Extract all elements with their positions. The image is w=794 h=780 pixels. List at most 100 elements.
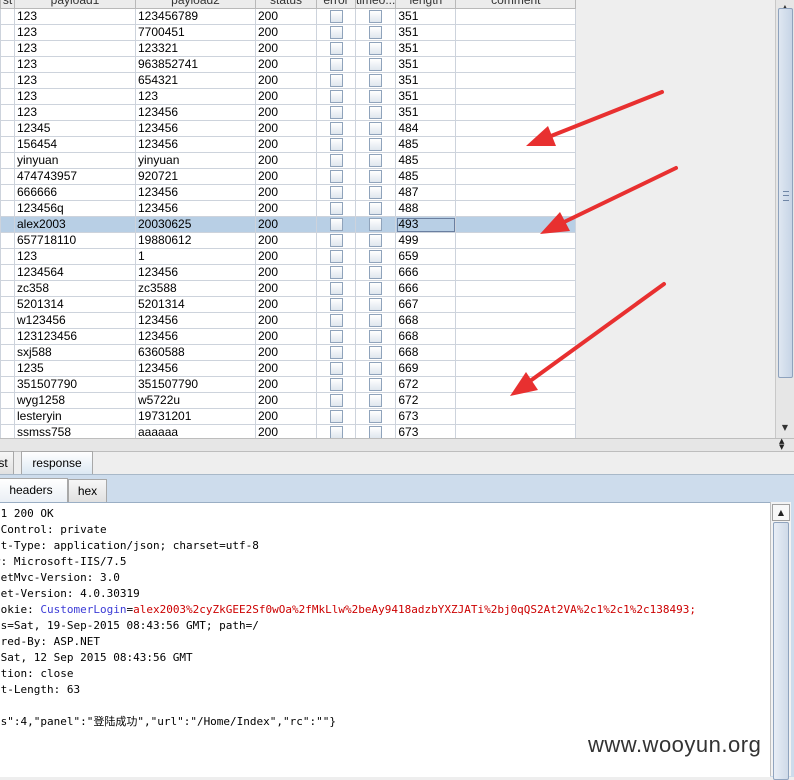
checkbox[interactable] bbox=[329, 266, 343, 280]
checkbox[interactable] bbox=[369, 330, 383, 344]
checkbox[interactable] bbox=[369, 346, 383, 360]
table-row[interactable]: sxj588 6360588 200 668 bbox=[0, 344, 577, 361]
checkbox[interactable] bbox=[369, 378, 383, 392]
checkbox[interactable] bbox=[369, 298, 383, 312]
checkbox[interactable] bbox=[329, 122, 343, 136]
checkbox[interactable] bbox=[329, 218, 343, 232]
tab-response[interactable]: response bbox=[21, 451, 93, 476]
table-row[interactable]: zc358 zc3588 200 666 bbox=[0, 280, 577, 297]
checkbox[interactable] bbox=[329, 138, 343, 152]
checkbox[interactable] bbox=[329, 362, 343, 376]
subtab-headers[interactable]: headers bbox=[0, 478, 68, 503]
checkbox[interactable] bbox=[369, 202, 383, 216]
checkbox[interactable] bbox=[329, 202, 343, 216]
table-row[interactable]: 474743957 920721 200 485 bbox=[0, 168, 577, 185]
table-row[interactable]: 123 123 200 351 bbox=[0, 88, 577, 105]
table-row[interactable]: wyg1258 w5722u 200 672 bbox=[0, 392, 577, 409]
checkbox[interactable] bbox=[329, 106, 343, 120]
checkbox[interactable] bbox=[369, 250, 383, 264]
table-row[interactable]: 156454 123456 200 485 bbox=[0, 136, 577, 153]
scrollbar-thumb[interactable] bbox=[773, 522, 789, 780]
response-vertical-scrollbar[interactable]: ▲ bbox=[770, 502, 791, 780]
scrollbar-thumb[interactable] bbox=[778, 8, 793, 378]
checkbox[interactable] bbox=[329, 394, 343, 408]
checkbox[interactable] bbox=[329, 154, 343, 168]
table-row[interactable]: alex2003 20030625 200 493 bbox=[0, 216, 577, 233]
table-row[interactable]: 123123456 123456 200 668 bbox=[0, 328, 577, 345]
checkbox[interactable] bbox=[329, 186, 343, 200]
checkbox[interactable] bbox=[329, 170, 343, 184]
column-header-length[interactable]: length bbox=[395, 0, 457, 9]
table-vertical-scrollbar[interactable]: ▲ ▼ bbox=[775, 0, 794, 438]
table-row[interactable]: 657718110 19880612 200 499 bbox=[0, 232, 577, 249]
checkbox[interactable] bbox=[329, 42, 343, 56]
table-row[interactable]: 123456q 123456 200 488 bbox=[0, 200, 577, 217]
checkbox[interactable] bbox=[369, 282, 383, 296]
table-row[interactable]: ssmss758 aaaaaa 200 673 bbox=[0, 424, 577, 438]
column-header-timeout[interactable]: timeo... bbox=[354, 0, 397, 9]
checkbox[interactable] bbox=[369, 362, 383, 376]
table-row[interactable]: 12345 123456 200 484 bbox=[0, 120, 577, 137]
checkbox[interactable] bbox=[369, 426, 383, 438]
table-row[interactable]: 123 123321 200 351 bbox=[0, 40, 577, 57]
checkbox[interactable] bbox=[369, 266, 383, 280]
column-header-status[interactable]: status bbox=[255, 0, 317, 9]
checkbox[interactable] bbox=[369, 170, 383, 184]
checkbox[interactable] bbox=[329, 314, 343, 328]
checkbox[interactable] bbox=[329, 282, 343, 296]
table-row[interactable]: lesteryin 19731201 200 673 bbox=[0, 408, 577, 425]
checkbox[interactable] bbox=[369, 154, 383, 168]
checkbox[interactable] bbox=[329, 346, 343, 360]
column-header-error[interactable]: error bbox=[316, 0, 356, 9]
checkbox[interactable] bbox=[369, 314, 383, 328]
checkbox[interactable] bbox=[329, 74, 343, 88]
checkbox[interactable] bbox=[369, 74, 383, 88]
checkbox[interactable] bbox=[329, 298, 343, 312]
checkbox[interactable] bbox=[329, 410, 343, 424]
checkbox[interactable] bbox=[369, 42, 383, 56]
checkbox[interactable] bbox=[329, 26, 343, 40]
checkbox[interactable] bbox=[369, 106, 383, 120]
table-row[interactable]: 123 7700451 200 351 bbox=[0, 24, 577, 41]
checkbox[interactable] bbox=[369, 122, 383, 136]
scroll-up-icon[interactable]: ▲ bbox=[772, 504, 790, 521]
checkbox[interactable] bbox=[329, 90, 343, 104]
checkbox[interactable] bbox=[369, 218, 383, 232]
collapse-arrows-icon[interactable]: ▲ ▼ bbox=[779, 438, 784, 451]
tab-request[interactable]: st bbox=[0, 451, 14, 475]
checkbox[interactable] bbox=[369, 10, 383, 24]
column-header-payload2[interactable]: payload2 bbox=[135, 0, 256, 9]
table-row[interactable]: 1234564 123456 200 666 bbox=[0, 264, 577, 281]
checkbox[interactable] bbox=[329, 234, 343, 248]
table-row[interactable]: 5201314 5201314 200 667 bbox=[0, 296, 577, 313]
checkbox[interactable] bbox=[329, 250, 343, 264]
checkbox[interactable] bbox=[369, 138, 383, 152]
checkbox[interactable] bbox=[329, 426, 343, 438]
table-row[interactable]: 123 1 200 659 bbox=[0, 248, 577, 265]
table-row[interactable]: 123 123456789 200 351 bbox=[0, 8, 577, 25]
checkbox[interactable] bbox=[369, 186, 383, 200]
checkbox[interactable] bbox=[369, 410, 383, 424]
table-row[interactable]: 666666 123456 200 487 bbox=[0, 184, 577, 201]
checkbox[interactable] bbox=[329, 378, 343, 392]
checkbox[interactable] bbox=[369, 26, 383, 40]
table-row[interactable]: 123 654321 200 351 bbox=[0, 72, 577, 89]
checkbox[interactable] bbox=[329, 330, 343, 344]
checkbox[interactable] bbox=[369, 234, 383, 248]
table-row[interactable]: 123 123456 200 351 bbox=[0, 104, 577, 121]
subtab-hex[interactable]: hex bbox=[68, 479, 107, 503]
table-row[interactable]: w123456 123456 200 668 bbox=[0, 312, 577, 329]
table-row[interactable]: 1235 123456 200 669 bbox=[0, 360, 577, 377]
checkbox[interactable] bbox=[369, 90, 383, 104]
checkbox[interactable] bbox=[369, 394, 383, 408]
checkbox[interactable] bbox=[369, 58, 383, 72]
split-pane-divider[interactable]: ▲ ▼ bbox=[0, 438, 794, 452]
table-row[interactable]: 351507790 351507790 200 672 bbox=[0, 376, 577, 393]
column-header-payload1[interactable]: payload1 bbox=[14, 0, 136, 9]
column-header-request[interactable]: st bbox=[0, 0, 15, 9]
checkbox[interactable] bbox=[329, 10, 343, 24]
scroll-down-icon[interactable]: ▼ bbox=[777, 420, 793, 436]
table-row[interactable]: yinyuan yinyuan 200 485 bbox=[0, 152, 577, 169]
table-row[interactable]: 123 963852741 200 351 bbox=[0, 56, 577, 73]
checkbox[interactable] bbox=[329, 58, 343, 72]
